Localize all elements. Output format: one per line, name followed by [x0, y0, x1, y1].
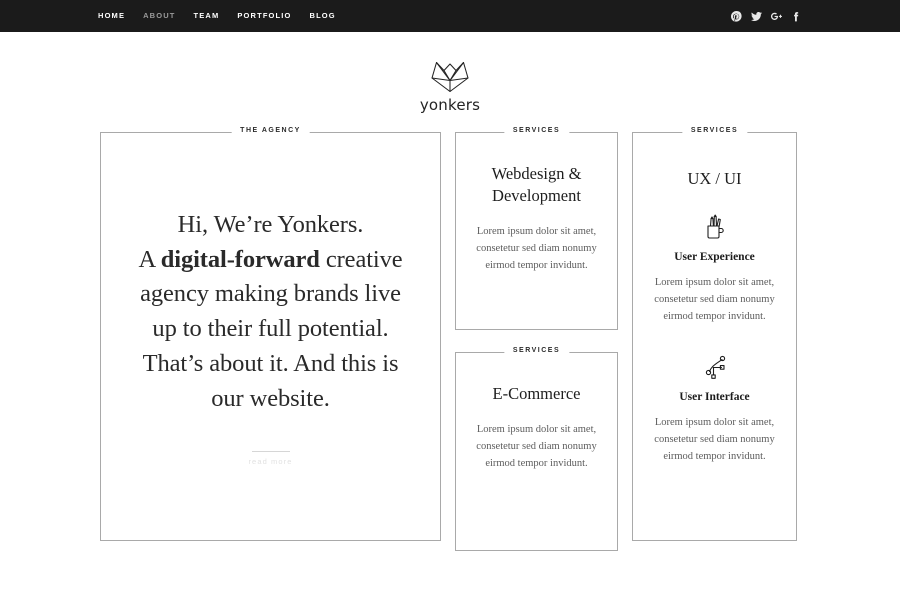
top-navigation-bar: HOME ABOUT TEAM PORTFOLIO BLOG [0, 0, 900, 32]
uxui-title: UX / UI [687, 169, 742, 188]
service-title: E-Commerce [470, 383, 603, 405]
headline-line-1: Hi, We’re Yonkers. [177, 210, 364, 238]
google-plus-icon[interactable] [771, 11, 782, 22]
service-card-webdesign: SERVICES Webdesign & Development Lorem i… [455, 127, 618, 330]
read-more-area: read more [248, 450, 292, 466]
feature-body: Lorem ipsum dolor sit amet, consetetur s… [654, 276, 775, 322]
main-nav: HOME ABOUT TEAM PORTFOLIO BLOG [98, 12, 336, 20]
pinterest-icon[interactable] [731, 10, 742, 22]
nav-item-team[interactable]: TEAM [194, 12, 220, 20]
headline-emphasis: digital-forward [160, 245, 320, 273]
service-card-ecommerce: SERVICES E-Commerce Lorem ipsum dolor si… [455, 347, 618, 551]
feature-user-experience: User Experience Lorem ipsum dolor sit am… [643, 211, 786, 325]
uxui-card-label: SERVICES [681, 127, 748, 134]
yonkers-fox-mark-icon [431, 61, 469, 93]
service-body: Lorem ipsum dolor sit amet, consetetur s… [476, 225, 597, 272]
service-title-line-1: Webdesign & [491, 164, 582, 183]
services-column: SERVICES Webdesign & Development Lorem i… [455, 127, 618, 551]
headline-line-2-prefix: A [138, 245, 161, 273]
uxui-card: SERVICES UX / UI User Experience Lorem i… [632, 127, 797, 541]
service-card-label: SERVICES [503, 127, 570, 134]
agency-card: THE AGENCY Hi, We’re Yonkers. A digital-… [100, 127, 441, 541]
service-title-line-1: E-Commerce [492, 384, 581, 403]
social-links [731, 0, 802, 32]
bezier-pen-path-icon [705, 355, 725, 379]
service-title-line-2: Development [492, 185, 581, 205]
nav-item-portfolio[interactable]: PORTFOLIO [237, 12, 291, 20]
agency-card-label: THE AGENCY [231, 127, 310, 134]
nav-item-home[interactable]: HOME [98, 12, 125, 20]
service-card-label: SERVICES [503, 347, 570, 354]
headline-line-5: That’s about it. And this is [142, 350, 399, 378]
uxui-column: SERVICES UX / UI User Experience Lorem i… [632, 127, 797, 541]
agency-column: THE AGENCY Hi, We’re Yonkers. A digital-… [100, 127, 441, 541]
feature-heading: User Experience [674, 250, 755, 263]
feature-user-interface: User Interface Lorem ipsum dolor sit ame… [643, 351, 786, 465]
nav-item-blog[interactable]: BLOG [310, 12, 336, 20]
feature-body: Lorem ipsum dolor sit amet, consetetur s… [654, 416, 775, 462]
feature-heading: User Interface [679, 390, 750, 403]
service-body: Lorem ipsum dolor sit amet, consetetur s… [476, 423, 597, 470]
nav-item-about[interactable]: ABOUT [143, 12, 175, 20]
twitter-icon[interactable] [751, 11, 762, 22]
agency-headline: Hi, We’re Yonkers. A digital-forward cre… [138, 208, 402, 417]
facebook-icon[interactable] [791, 11, 802, 22]
site-logo[interactable]: yonkers [0, 32, 900, 132]
headline-line-4: up to their full potential. [152, 315, 389, 343]
pencil-cup-icon [706, 214, 724, 239]
headline-line-3: agency making brands live [140, 280, 401, 308]
main-content: THE AGENCY Hi, We’re Yonkers. A digital-… [0, 127, 900, 551]
headline-line-2-suffix: creative [319, 245, 403, 273]
headline-line-6: our website. [211, 384, 330, 412]
service-title: Webdesign & Development [470, 163, 603, 207]
logo-wordmark: yonkers [419, 96, 481, 114]
read-more-link[interactable]: read more [248, 458, 292, 466]
read-more-divider [251, 450, 290, 452]
